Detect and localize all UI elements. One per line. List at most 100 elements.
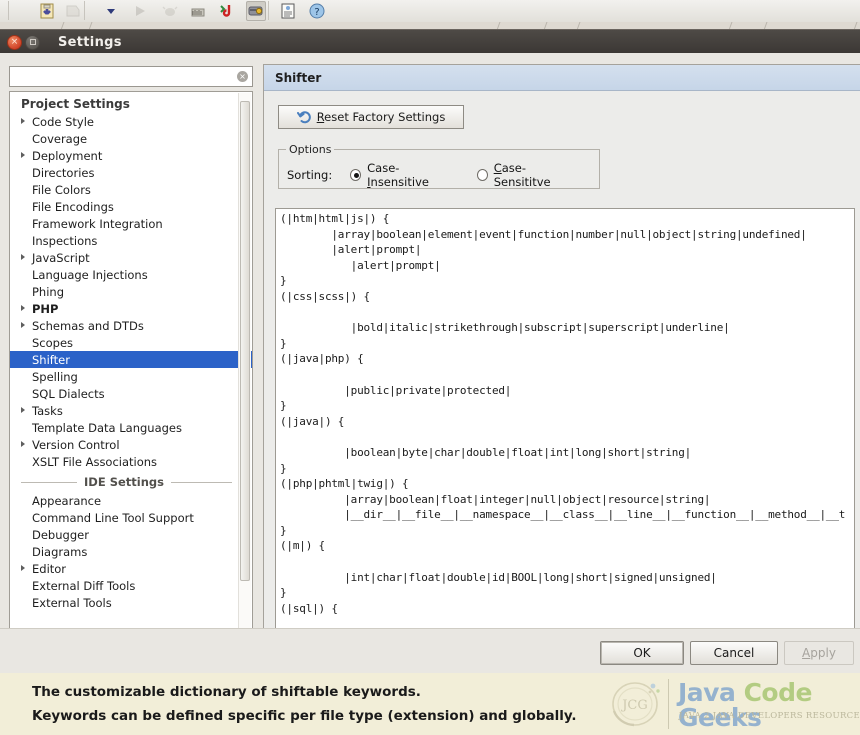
sidebar-item-template-data-languages[interactable]: Template Data Languages xyxy=(10,419,238,436)
reset-rest: eset Factory Settings xyxy=(324,110,446,124)
sidebar-item-label: Code Style xyxy=(32,114,94,129)
radio-mnemonic: C xyxy=(493,161,502,175)
sidebar-item-code-style[interactable]: Code Style xyxy=(10,113,238,130)
undo-icon xyxy=(296,110,311,124)
sidebar-item-framework-integration[interactable]: Framework Integration xyxy=(10,215,238,232)
radio-case-sensitive[interactable]: Case-Sensititve xyxy=(476,161,573,189)
sidebar-item-label: SQL Dialects xyxy=(32,386,105,401)
chevron-right-icon[interactable] xyxy=(21,322,25,328)
watermark-divider xyxy=(668,679,669,729)
sidebar-item-label: Scopes xyxy=(32,335,74,350)
chevron-right-icon[interactable] xyxy=(21,565,25,571)
chevron-right-icon[interactable] xyxy=(21,254,25,260)
sidebar-item-deployment[interactable]: Deployment xyxy=(10,147,238,164)
sidebar-item-phing[interactable]: Phing xyxy=(10,283,238,300)
sidebar-item-external-tools[interactable]: External Tools xyxy=(10,594,238,611)
caption-line-2: Keywords can be defined specific per fil… xyxy=(32,708,577,724)
sidebar-item-debugger[interactable]: Debugger xyxy=(10,526,238,543)
dialog-footer: OK Cancel Apply xyxy=(0,628,860,674)
toolbar-separator xyxy=(268,1,269,20)
sidebar-item-appearance[interactable]: Appearance xyxy=(10,492,238,509)
sidebar-item-javascript[interactable]: JavaScript xyxy=(10,249,238,266)
search-input[interactable] xyxy=(13,69,232,86)
sidebar-item-label: Language Injections xyxy=(32,267,148,282)
sidebar-item-label: External Diff Tools xyxy=(32,578,136,593)
maximize-icon[interactable] xyxy=(25,34,40,50)
dropdown-arrow-icon[interactable] xyxy=(101,1,121,21)
tree-scrollbar[interactable] xyxy=(238,93,251,675)
close-glyph: × xyxy=(10,36,19,47)
sidebar-item-label: Schemas and DTDs xyxy=(32,318,144,333)
sidebar-item-editor[interactable]: Editor xyxy=(10,560,238,577)
reset-factory-settings-button[interactable]: Reset Factory Settings xyxy=(278,105,464,129)
help-icon[interactable]: ? xyxy=(307,1,327,21)
java-code-geeks-watermark: JCG Java Code Geeks JAVA 2 JAVA DEVELOPE… xyxy=(602,675,860,733)
sidebar-item-command-line-tool-support[interactable]: Command Line Tool Support xyxy=(10,509,238,526)
sidebar-item-schemas-and-dtds[interactable]: Schemas and DTDs xyxy=(10,317,238,334)
sidebar-item-inspections[interactable]: Inspections xyxy=(10,232,238,249)
sidebar-item-file-encodings[interactable]: File Encodings xyxy=(10,198,238,215)
sidebar-item-spelling[interactable]: Spelling xyxy=(10,368,238,385)
sidebar-item-shifter[interactable]: Shifter xyxy=(10,351,252,368)
sidebar-item-xslt-file-associations[interactable]: XSLT File Associations xyxy=(10,453,238,470)
sidebar-item-label: Command Line Tool Support xyxy=(32,510,194,525)
sidebar-item-external-diff-tools[interactable]: External Diff Tools xyxy=(10,577,238,594)
paste-icon[interactable] xyxy=(37,1,57,21)
docs-icon[interactable] xyxy=(278,1,298,21)
screenshot-root: ? × Settings × Project Settings Code Sty… xyxy=(0,0,860,735)
apply-mnemonic: A xyxy=(802,646,811,660)
ide-toolbar: ? xyxy=(0,0,860,23)
tree-group-title: Project Settings xyxy=(21,97,130,111)
sidebar-item-language-injections[interactable]: Language Injections xyxy=(10,266,238,283)
settings-tree: Project Settings Code Style Coverage Deplo… xyxy=(10,92,252,611)
maximize-square xyxy=(29,39,36,45)
search-box[interactable]: × xyxy=(9,66,253,87)
radio-label: Case-Insensitive xyxy=(367,161,451,189)
sidebar-item-label: File Colors xyxy=(32,182,91,197)
close-icon[interactable]: × xyxy=(7,34,22,50)
settings-dialog-body: × Project Settings Code Style Coverage Dep… xyxy=(0,53,860,676)
chevron-right-icon[interactable] xyxy=(21,305,25,311)
radio-case-insensitive[interactable]: Case-Insensitive xyxy=(350,161,451,189)
ok-button[interactable]: OK xyxy=(600,641,684,665)
profile-icon[interactable] xyxy=(216,1,236,21)
sidebar-item-tasks[interactable]: Tasks xyxy=(10,402,238,419)
sidebar-item-label: File Encodings xyxy=(32,199,114,214)
chevron-right-icon[interactable] xyxy=(21,152,25,158)
keywords-dictionary-text[interactable]: (|htm|html|js|) { |array|boolean|element… xyxy=(280,211,854,652)
sidebar-item-label: Phing xyxy=(32,284,65,299)
coverage-icon[interactable] xyxy=(188,1,208,21)
chevron-right-icon[interactable] xyxy=(21,118,25,124)
radio-pre: Case- xyxy=(367,161,400,175)
sidebar-item-coverage[interactable]: Coverage xyxy=(10,130,238,147)
sidebar-item-label: Appearance xyxy=(32,493,102,508)
radio-dot xyxy=(350,169,362,181)
chevron-right-icon[interactable] xyxy=(21,441,25,447)
caption-line-1: The customizable dictionary of shiftable… xyxy=(32,684,421,700)
sidebar-item-label: Version Control xyxy=(32,437,120,452)
ide-settings-label: IDE Settings xyxy=(77,475,171,489)
sidebar-item-label: Directories xyxy=(32,165,95,180)
ide-settings-separator: IDE Settings xyxy=(10,472,238,492)
sidebar-item-label: Coverage xyxy=(32,131,88,146)
sidebar-item-diagrams[interactable]: Diagrams xyxy=(10,543,238,560)
sidebar-item-sql-dialects[interactable]: SQL Dialects xyxy=(10,385,238,402)
options-group: Options Sorting: Case-Insensitive Case-S… xyxy=(278,143,600,189)
sidebar-item-label: Editor xyxy=(32,561,67,576)
sidebar-item-php[interactable]: PHP xyxy=(10,300,238,317)
clear-search-icon[interactable]: × xyxy=(237,71,248,82)
sidebar-item-version-control[interactable]: Version Control xyxy=(10,436,238,453)
radio-dot xyxy=(476,169,488,181)
watermark-tagline: JAVA 2 JAVA DEVELOPERS RESOURCE CENTER xyxy=(679,711,860,721)
keywords-dictionary-editor[interactable]: (|htm|html|js|) { |array|boolean|element… xyxy=(275,208,855,653)
cancel-button[interactable]: Cancel xyxy=(690,641,778,665)
sidebar-item-label: Framework Integration xyxy=(32,216,163,231)
chevron-right-icon[interactable] xyxy=(21,407,25,413)
settings-icon[interactable] xyxy=(246,1,266,21)
sidebar-item-directories[interactable]: Directories xyxy=(10,164,238,181)
sidebar-item-scopes[interactable]: Scopes xyxy=(10,334,238,351)
tree-scrollbar-thumb[interactable] xyxy=(240,101,250,581)
sidebar-item-label: Inspections xyxy=(32,233,98,248)
sidebar-item-file-colors[interactable]: File Colors xyxy=(10,181,238,198)
apply-rest: pply xyxy=(810,646,836,660)
